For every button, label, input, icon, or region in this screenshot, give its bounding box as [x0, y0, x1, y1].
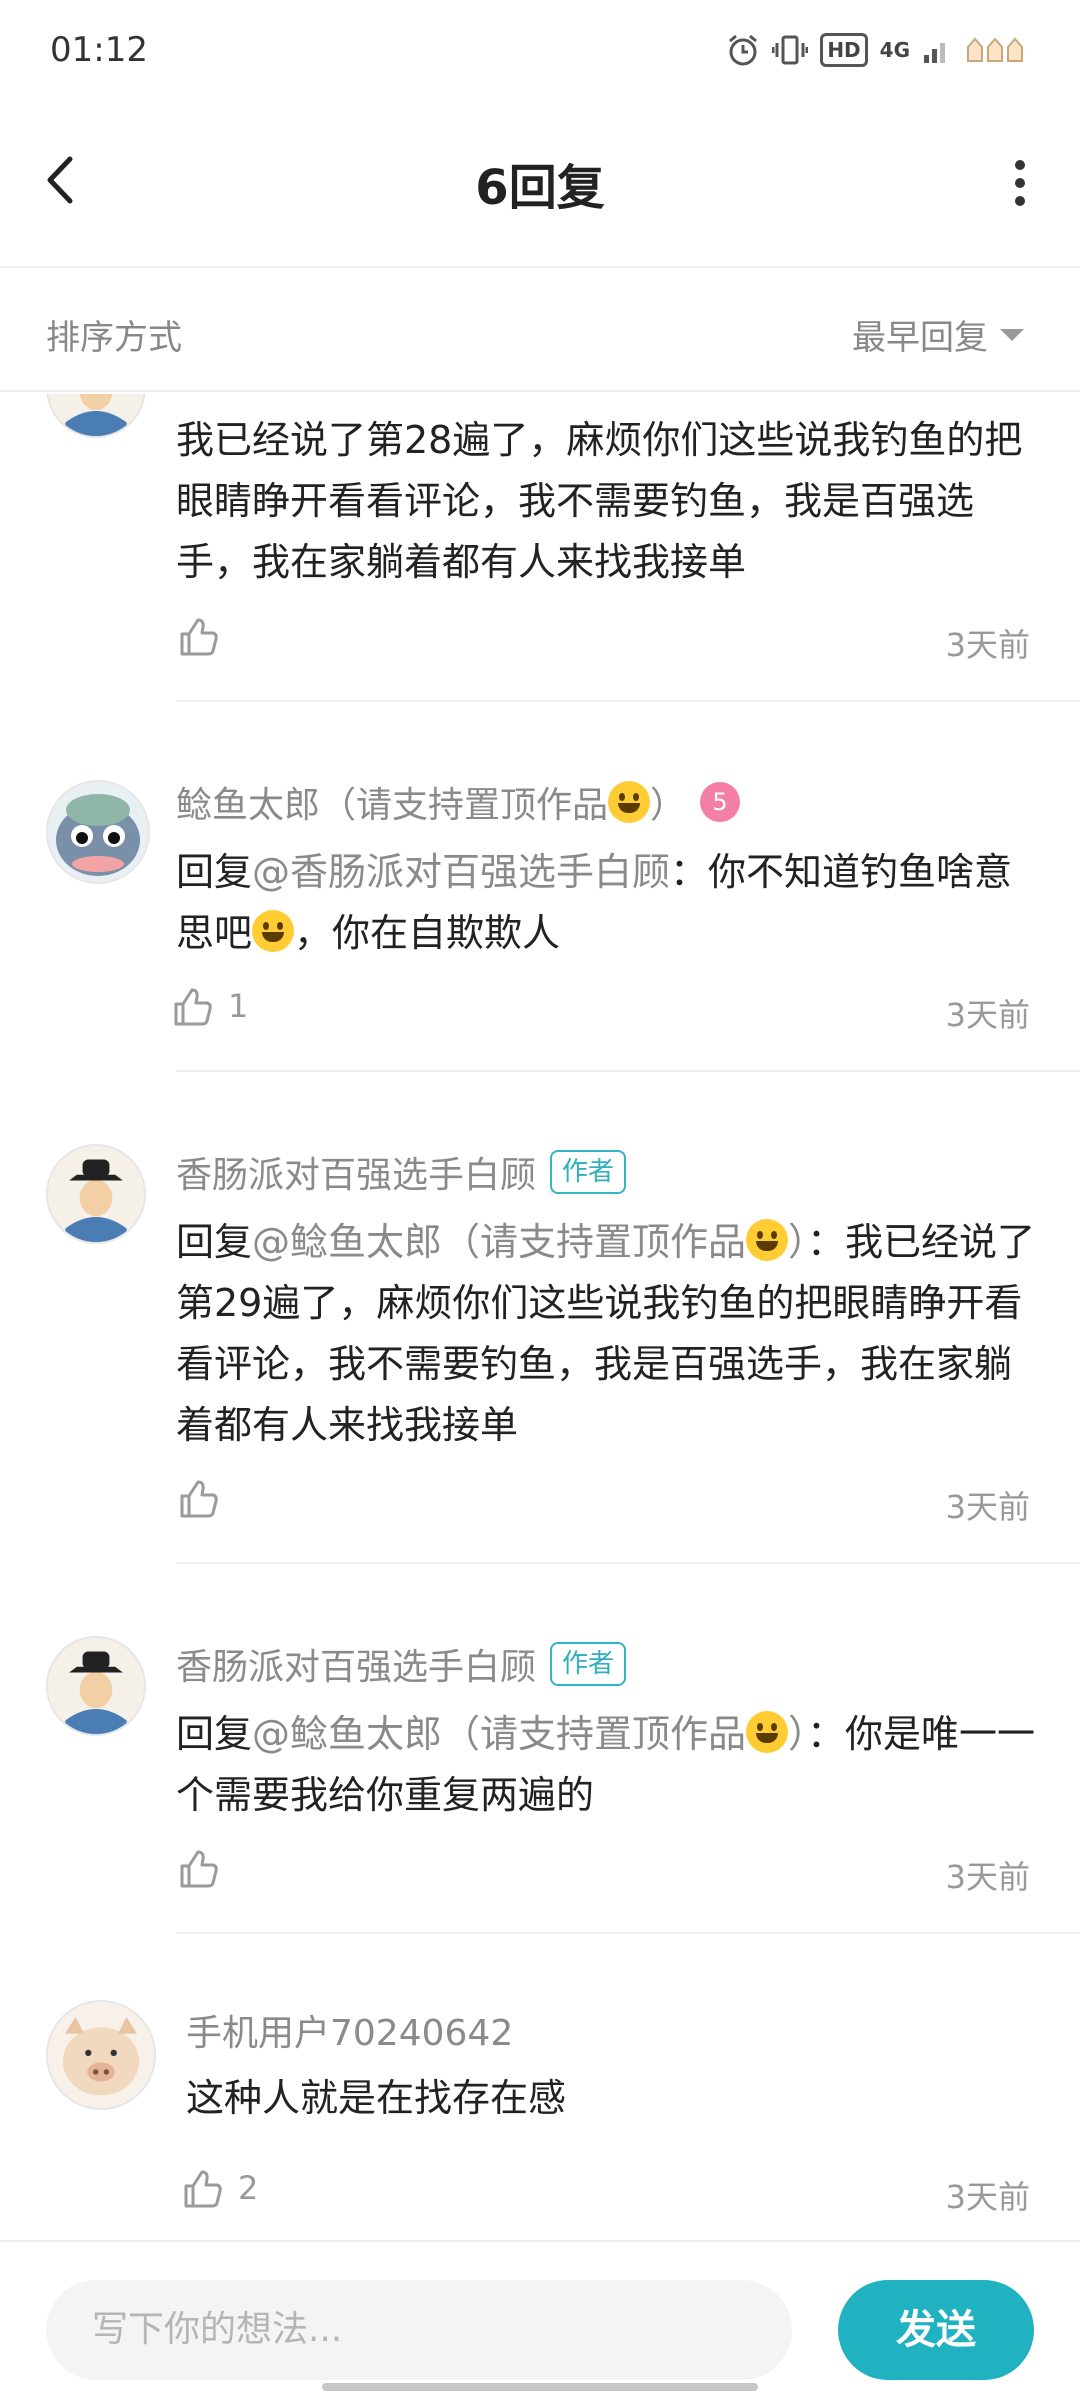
alarm-icon: [729, 34, 758, 66]
author-name: 手机用户70240642: [186, 2013, 514, 2054]
avatar[interactable]: [46, 1144, 146, 1244]
comment-text: 回复@鲶鱼太郎（请支持置顶作品 ）：我已经说了第29遍了，麻烦你们这些说我钓鱼的把…: [176, 1219, 1036, 1447]
comment-time: 3天前: [945, 1488, 1030, 1526]
comment-author[interactable]: 鲶鱼太郎（请支持置顶作品） 5: [176, 776, 741, 828]
status-icons: HD 4G: [726, 33, 1030, 67]
sort-bar: 排序方式 最早回复: [0, 268, 1080, 392]
grinning-emoji-icon: [746, 1711, 789, 1753]
home-indicator[interactable]: [322, 2383, 758, 2391]
fish-avatar-icon: [48, 782, 148, 882]
pig-avatar-icon: [48, 2002, 154, 2108]
character-avatar-icon: [48, 1146, 144, 1242]
like-count: 2: [238, 2169, 259, 2207]
vibrate-icon: [772, 35, 809, 65]
avatar[interactable]: [46, 780, 150, 884]
comment-author[interactable]: 手机用户70240642: [186, 2004, 513, 2056]
like-button[interactable]: 1: [170, 984, 248, 1028]
sort-value: 最早回复: [852, 318, 988, 358]
thumbs-up-icon: [180, 618, 218, 656]
list-item: 鲶鱼太郎（请支持置顶作品） 5 回复@香肠派对百强选手白顾：你不知道钓鱼啥意思吧…: [0, 702, 1080, 1072]
mention-link[interactable]: @鲶鱼太郎（请支持置顶作品）: [252, 1711, 807, 1756]
top-app-bar: 6回复: [0, 100, 1080, 268]
reply-composer: 写下你的想法... 发送: [0, 2240, 1080, 2402]
comment-time: 3天前: [945, 996, 1030, 1034]
like-count: 1: [228, 987, 249, 1025]
like-button[interactable]: 2: [180, 2166, 258, 2210]
network-label: 4G: [879, 38, 910, 62]
comment-text: 这种人就是在找存在感: [186, 2076, 567, 2120]
battery-icon: [967, 37, 1023, 62]
thumbs-up-icon: [184, 2170, 222, 2208]
sort-label: 排序方式: [46, 318, 182, 358]
mention-link[interactable]: @香肠派对百强选手白顾: [252, 850, 670, 894]
status-time: 01:12: [50, 30, 148, 70]
character-avatar-icon: [48, 1638, 144, 1734]
laughing-tears-emoji-icon: [252, 910, 295, 952]
avatar[interactable]: [46, 1636, 146, 1736]
comment-text: 回复@香肠派对百强选手白顾：你不知道钓鱼啥意思吧 ，你在自欺欺人: [176, 850, 1013, 955]
more-options-button[interactable]: [1000, 148, 1040, 218]
hd-icon: HD: [820, 33, 868, 67]
more-vertical-icon: [1015, 160, 1025, 206]
send-button[interactable]: 发送: [838, 2280, 1034, 2380]
list-item: 香肠派对百强选手白顾 作者 回复@鲶鱼太郎（请支持置顶作品 ）：我已经说了第29遍…: [0, 1072, 1080, 1564]
comment-text: 我已经说了第28遍了，麻烦你们这些说我钓鱼的把眼睛睁开看看评论，我不需要钓鱼，我…: [176, 418, 1023, 584]
like-button[interactable]: [176, 614, 234, 658]
author-badge: 作者: [550, 1642, 627, 1686]
grinning-emoji-icon: [608, 781, 651, 823]
status-bar: 01:12 HD 4G: [0, 0, 1080, 100]
caret-down-icon: [1000, 328, 1024, 341]
comment-time: 3天前: [945, 2178, 1030, 2216]
comment-time: 3天前: [945, 1858, 1030, 1896]
like-button[interactable]: [176, 1846, 234, 1890]
author-name: 鲶鱼太郎（请支持置顶作品）: [176, 776, 686, 828]
avatar-character-icon: [48, 394, 144, 436]
level-badge: 5: [700, 782, 741, 822]
sort-dropdown[interactable]: 最早回复: [852, 310, 1024, 359]
comment-time: 3天前: [945, 626, 1030, 664]
comment-author[interactable]: 香肠派对百强选手白顾 作者: [176, 1146, 627, 1198]
avatar[interactable]: [46, 2000, 156, 2110]
thumbs-up-icon: [180, 1850, 218, 1888]
comment-author[interactable]: 香肠派对百强选手白顾 作者: [176, 1638, 627, 1690]
comment-text: 回复@鲶鱼太郎（请支持置顶作品 ）：你是唯一一个需要我给你重复两遍的: [176, 1711, 1036, 1817]
list-item: 香肠派对百强选手白顾 作者 回复@鲶鱼太郎（请支持置顶作品 ）：你是唯一一个需要我…: [0, 1564, 1080, 1934]
reply-list[interactable]: 我已经说了第28遍了，麻烦你们这些说我钓鱼的把眼睛睁开看看评论，我不需要钓鱼，我…: [0, 394, 1080, 2240]
thumbs-up-icon: [174, 988, 212, 1026]
list-item: 我已经说了第28遍了，麻烦你们这些说我钓鱼的把眼睛睁开看看评论，我不需要钓鱼，我…: [0, 394, 1080, 702]
thumbs-up-icon: [180, 1480, 218, 1518]
author-name: 香肠派对百强选手白顾: [176, 1155, 537, 1196]
mention-link[interactable]: @鲶鱼太郎（请支持置顶作品）: [252, 1219, 807, 1264]
author-badge: 作者: [550, 1150, 627, 1194]
signal-icon: [924, 43, 945, 63]
list-item: 手机用户70240642 这种人就是在找存在感 2 3天前: [0, 1934, 1080, 2240]
like-button[interactable]: [176, 1476, 234, 1520]
grinning-emoji-icon: [746, 1219, 789, 1261]
author-name: 香肠派对百强选手白顾: [176, 1647, 537, 1688]
avatar[interactable]: [46, 394, 146, 438]
page-title: 6回复: [475, 160, 605, 216]
reply-input[interactable]: 写下你的想法...: [46, 2280, 792, 2380]
